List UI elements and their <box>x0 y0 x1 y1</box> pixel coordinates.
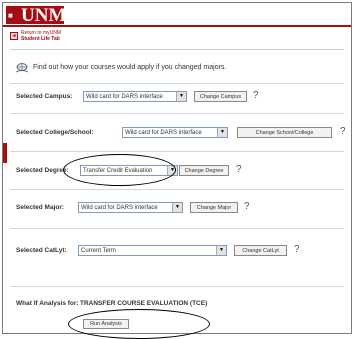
degree-label: Selected Degree: <box>16 167 69 174</box>
change-major-button[interactable]: Change Major <box>190 202 238 213</box>
sidebar-tab-marker <box>3 143 7 163</box>
college-help-link[interactable]: ? <box>340 126 346 137</box>
globe-hand-icon <box>15 63 29 73</box>
row-divider <box>10 189 344 190</box>
catlyt-label: Selected CatLyt: <box>16 247 67 254</box>
college-label: Selected College/School: <box>16 129 94 136</box>
catlyt-help-link[interactable]: ? <box>294 244 300 255</box>
row-divider <box>10 286 344 287</box>
chevron-down-icon[interactable]: ▼ <box>216 246 226 255</box>
catlyt-select-value: Current Term <box>81 248 116 254</box>
campus-help-link[interactable]: ? <box>253 90 259 101</box>
whatif-label: What If Analysis for: <box>16 300 79 307</box>
change-college-button[interactable]: Change School/College <box>237 127 332 138</box>
major-help-link[interactable]: ? <box>244 201 250 212</box>
divider <box>10 49 344 50</box>
unm-logo[interactable]: ■ UNM <box>6 5 67 26</box>
row-divider <box>10 228 344 229</box>
chevron-down-icon[interactable]: ▼ <box>167 166 177 175</box>
chevron-down-icon[interactable]: ▼ <box>217 128 227 137</box>
row-divider <box>10 83 344 84</box>
row-divider <box>10 151 344 152</box>
major-label: Selected Major: <box>16 204 65 211</box>
chevron-down-icon[interactable]: ▼ <box>172 203 182 212</box>
campus-label: Selected Campus: <box>16 93 73 100</box>
major-select-value: Wild card for DARS interface <box>81 205 158 211</box>
college-select-value: Wild card for DARS interface <box>125 130 202 136</box>
campus-select[interactable]: Wild card for DARS interface ▼ <box>83 91 187 102</box>
run-analysis-button[interactable]: Run Analysis <box>83 319 129 329</box>
logo-mark-icon: ■ <box>8 11 13 20</box>
change-campus-button[interactable]: Change Campus <box>194 91 247 102</box>
chevron-down-icon[interactable]: ▼ <box>176 92 186 101</box>
logo-text: UNM <box>21 5 67 26</box>
degree-select[interactable]: Transfer Credit Evaluation ▼ <box>80 165 178 176</box>
return-icon: ◄ <box>10 32 18 40</box>
degree-select-value: Transfer Credit Evaluation <box>83 168 153 174</box>
change-degree-button[interactable]: Change Degree <box>179 165 229 176</box>
info-text: Find out how your courses would apply if… <box>33 64 227 71</box>
degree-help-link[interactable]: ? <box>236 164 242 175</box>
campus-select-value: Wild card for DARS interface <box>86 94 163 100</box>
major-select[interactable]: Wild card for DARS interface ▼ <box>78 202 183 213</box>
catlyt-select[interactable]: Current Term ▼ <box>78 245 227 256</box>
change-catlyt-button[interactable]: Change CatLyt <box>234 245 287 256</box>
college-select[interactable]: Wild card for DARS interface ▼ <box>122 127 228 138</box>
tab-name[interactable]: Student Life Tab <box>21 36 60 42</box>
page-frame: ■ UNM ◄ Return to myUNM Student Life Tab… <box>2 2 352 339</box>
header-rule <box>3 25 351 27</box>
header: ■ UNM <box>3 3 351 26</box>
whatif-value: TRANSFER COURSE EVALUATION (TCE) <box>80 300 208 307</box>
row-divider <box>10 113 344 114</box>
